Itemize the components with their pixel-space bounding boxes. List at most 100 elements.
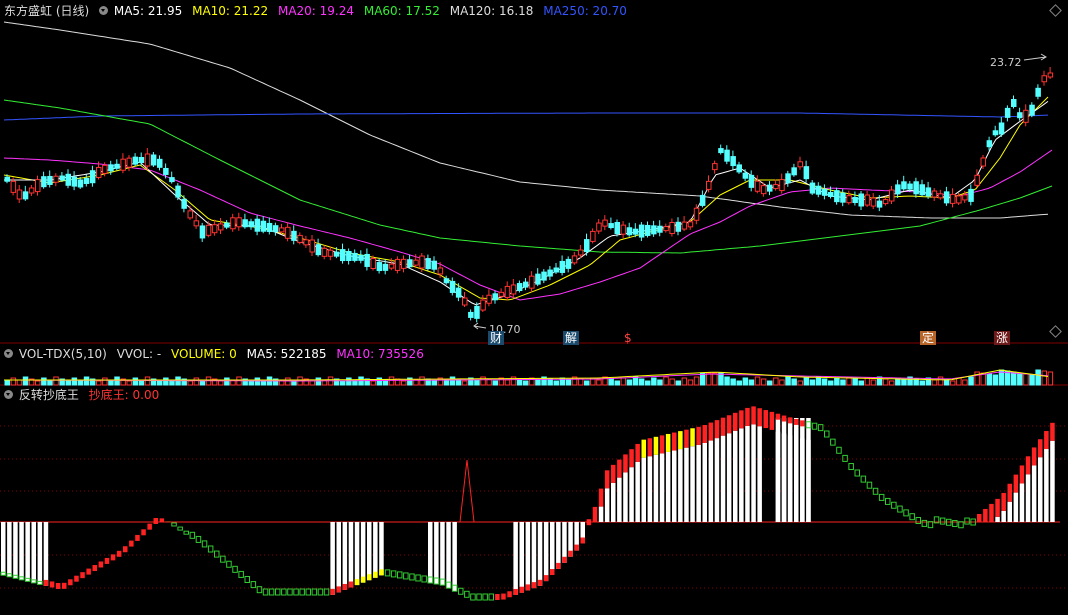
candle-body [547, 269, 553, 277]
ma250-line [3, 112, 1049, 121]
candle-body [71, 176, 78, 187]
volume-bar [577, 378, 584, 386]
candle-body [767, 184, 773, 192]
volume-bar [962, 379, 968, 386]
candle-body [187, 210, 193, 219]
trend-bar [201, 540, 208, 548]
candle-body [388, 263, 395, 269]
bottom-bar [1001, 510, 1006, 522]
candle-body [986, 140, 993, 148]
trend-bar [842, 454, 848, 462]
candle-body [102, 164, 108, 174]
event-marker-unlock[interactable]: 解 [563, 331, 580, 345]
volume-bar [279, 380, 285, 386]
trend-bar [348, 581, 354, 588]
collapse-icon[interactable] [4, 390, 13, 399]
volume-bar [657, 379, 663, 386]
event-marker-placement[interactable]: 定 [920, 331, 937, 345]
trend-bar [977, 513, 982, 522]
candle-body [882, 199, 889, 205]
volume-bar [1029, 374, 1035, 386]
trend-bar [305, 588, 311, 596]
candle-body [303, 239, 309, 246]
trend-bar [336, 586, 341, 593]
trend-bar [183, 530, 189, 535]
bottom-bar [562, 522, 567, 563]
bottom-bar [659, 453, 665, 522]
candle-body [321, 247, 328, 257]
candle-body [992, 130, 999, 136]
bottom-bar [787, 418, 793, 522]
candle-body [53, 175, 59, 183]
volume-bar [35, 380, 41, 386]
bottom-bar [598, 506, 604, 522]
volume-bar [443, 379, 450, 386]
event-marker-limit-up[interactable]: 涨 [994, 331, 1011, 345]
bottom-bar [604, 488, 610, 522]
trend-bar [476, 593, 482, 601]
event-marker-dollar[interactable]: $ [622, 331, 634, 345]
candle-body [218, 223, 224, 231]
volume-bar [254, 377, 261, 386]
volume-bar [736, 380, 742, 386]
candle-body [370, 258, 376, 269]
trend-bar [311, 588, 318, 596]
ma20-line [3, 149, 1053, 301]
candle-body [535, 273, 541, 285]
bottom-bar [800, 418, 805, 522]
trend-bar [86, 568, 91, 575]
bottom-bar [367, 522, 372, 581]
trend-bar [830, 438, 836, 446]
trend-bar [141, 529, 146, 536]
trend-bar [824, 430, 830, 438]
vol-ma5-line [4, 369, 1049, 381]
candle-body [83, 177, 90, 184]
trend-bar [635, 443, 640, 462]
bottom-bar [537, 522, 543, 586]
candle-body [291, 230, 297, 241]
volume-bar [1017, 372, 1023, 386]
volume-bar [126, 380, 132, 386]
trend-bar [287, 588, 293, 596]
candle-body [943, 191, 950, 204]
bottom-bar [684, 447, 689, 522]
volume-bar [4, 380, 10, 386]
volume-bar [663, 376, 669, 386]
candle-body [998, 122, 1005, 135]
candle-body [529, 275, 535, 289]
trend-bar [360, 576, 366, 583]
indicator-name[interactable]: 反转抄底王 [19, 388, 79, 402]
trend-bar [55, 582, 61, 589]
candle-body [462, 297, 468, 306]
candle-body [498, 291, 505, 297]
candle-body [242, 219, 248, 228]
event-marker-financial[interactable]: 财 [488, 331, 505, 345]
trend-bar [604, 470, 610, 489]
trend-bar [611, 464, 616, 483]
candle-body [181, 198, 187, 209]
bottom-bar [739, 428, 744, 522]
bottom-bar [617, 477, 622, 522]
stock-title[interactable]: 东方盛虹 (日线) [4, 4, 89, 18]
candle-body [541, 271, 547, 281]
candle-body [516, 283, 523, 292]
trend-bar [458, 587, 464, 595]
chart-canvas[interactable] [0, 0, 1068, 615]
volume-bar [620, 377, 627, 386]
candle-body [157, 158, 163, 168]
candle-body [730, 156, 736, 167]
candle-body [681, 221, 688, 230]
collapse-icon[interactable] [99, 6, 109, 15]
volume-bar [388, 376, 395, 386]
candle-body [913, 181, 919, 195]
candle-body [901, 181, 907, 190]
candle-body [699, 194, 706, 206]
volume-bar [828, 380, 834, 386]
volume-bar [65, 380, 71, 386]
collapse-icon[interactable] [4, 349, 13, 358]
volume-indicator-name[interactable]: VOL-TDX(5,10) [19, 347, 107, 361]
volume-bar [22, 376, 29, 386]
candle-body [401, 258, 407, 269]
bottom-bar [31, 522, 36, 583]
candle-body [394, 258, 401, 271]
